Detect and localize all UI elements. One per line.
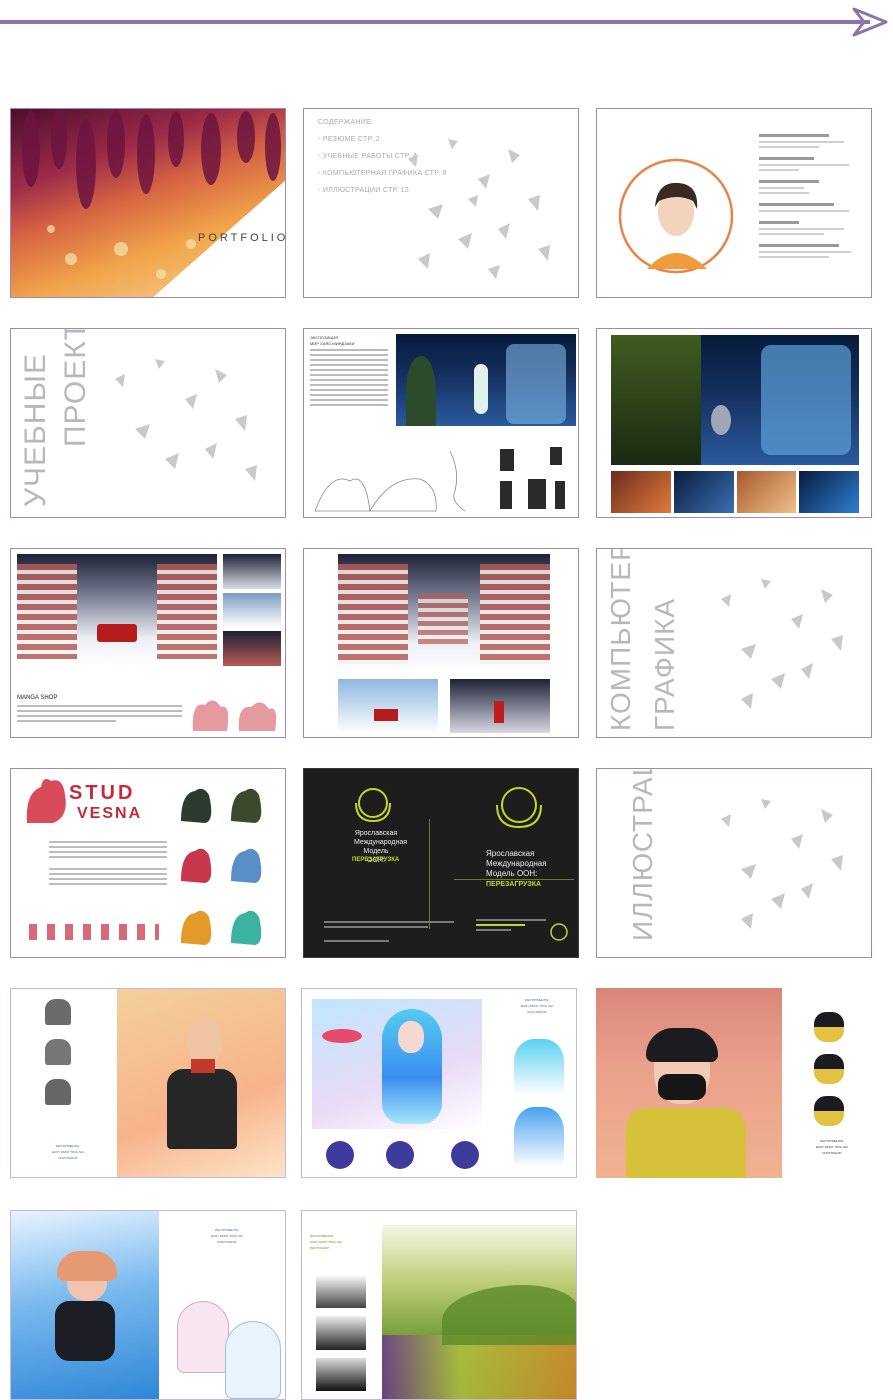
page-thumb-un-model[interactable]: Ярославская Международная Модель ООН: ПЕРЕ… — [303, 768, 579, 958]
manga-shop-furniture-sketches — [192, 700, 277, 731]
illustration-sketch — [225, 1321, 281, 1399]
un-divider — [429, 819, 430, 929]
tools-label: ИНСТРУМЕНТЫ: EASY PAINT TOOL SAI PHOTOSHOP — [521, 998, 553, 1014]
exposition-subtitle: МИР ХАЯО МИЯДЗАКИ — [310, 341, 355, 346]
cover-title: PORTFOLIO — [198, 232, 286, 244]
exposition-body-text — [310, 349, 388, 409]
manga-shop-title: MANGA SHOP — [17, 695, 58, 701]
illustration-sketch — [514, 1107, 564, 1167]
stud-vesna-line1: STUD — [69, 782, 136, 804]
stud-vesna-ornament — [29, 924, 159, 940]
tools-label: ИНСТРУМЕНТЫ: EASY PAINT TOOL SAI PHOTOSHOP — [211, 1228, 243, 1244]
un-right-title: Ярославская Международная Модель ООН: — [486, 849, 547, 878]
stud-vesna-bear-logo — [26, 779, 66, 823]
page-thumb-ill-section[interactable]: ИЛЛЮСТРАЦИИ — [596, 768, 872, 958]
library-thumb-left — [338, 679, 438, 733]
exposition-sketches — [314, 447, 565, 512]
page-thumb-illustration-3[interactable]: ИНСТРУМЕНТЫ: EASY PAINT TOOL SAI PHOTOSHOP — [596, 988, 872, 1178]
shattered-glass-decoration — [408, 139, 550, 279]
illustration-main — [11, 1211, 159, 1399]
manga-shop-thumbnails — [223, 554, 281, 667]
page-thumb-cg-section[interactable]: КОМПЬЮТЕРНАЯ ГРАФИКА — [596, 548, 872, 738]
page-thumb-resume[interactable] — [596, 108, 872, 298]
shattered-glass-decoration — [721, 799, 843, 929]
illustration-main — [382, 1225, 576, 1399]
page-thumb-illustration-4[interactable]: ИНСТРУМЕНТЫ: EASY PAINT TOOL SAI PHOTOSHOP — [10, 1210, 286, 1400]
page-thumb-contents[interactable]: СОДЕРЖАНИЕ: - РЕЗЮМЕ СТР. 2 - УЧЕБНЫЕ РА… — [303, 108, 579, 298]
page-thumb-stud-vesna[interactable]: STUD VESNA — [10, 768, 286, 958]
section-title-word: ПРОЕКТЫ — [59, 328, 92, 447]
un-right-accent: ПЕРЕЗАГРУЗКА — [486, 881, 542, 888]
un-footer-text — [476, 919, 546, 931]
library-render — [338, 554, 550, 672]
sketch-column — [316, 1275, 366, 1391]
un-emblem-icon — [496, 787, 542, 829]
section-title-word: ГРАФИКА — [649, 597, 680, 731]
section-title-word: КОМПЬЮТЕРНАЯ — [605, 548, 636, 731]
tools-label: ИНСТРУМЕНТЫ: EASY PAINT TOOL SAI PHOTOSHOP — [816, 1139, 848, 1155]
tools-label: ИНСТРУМЕНТЫ: EASY PAINT TOOL SAI PHOTOSHOP — [310, 1234, 342, 1250]
page-thumb-edu-section[interactable]: УЧЕБНЫЕ ПРОЕКТЫ — [10, 328, 286, 518]
shattered-glass-decoration — [721, 579, 843, 709]
sketch-column — [814, 1012, 844, 1132]
un-left-accent: ПЕРЕЗАГРУЗКА — [352, 857, 400, 863]
section-title-word: ИЛЛЮСТРАЦИИ — [627, 768, 658, 941]
cover-wisteria-art — [22, 109, 285, 297]
un-emblem-icon — [355, 788, 391, 823]
illustration-sketch — [514, 1039, 564, 1095]
page-thumb-exposition[interactable]: ЭКСПОЗИЦИЯ МИР ХАЯО МИЯДЗАКИ — [303, 328, 579, 518]
exposition-title: ЭКСПОЗИЦИЯ — [310, 335, 339, 340]
stud-vesna-text — [49, 841, 167, 885]
resume-text-block — [759, 134, 859, 258]
page-thumb-illustration-5[interactable]: ИНСТРУМЕНТЫ: EASY PAINT TOOL SAI PHOTOSHOP — [301, 1210, 577, 1400]
arrow-right-icon[interactable] — [850, 6, 890, 38]
manga-shop-render — [17, 554, 217, 666]
illustration-sketch — [177, 1301, 229, 1373]
manga-shop-text — [17, 705, 182, 722]
un-divider — [454, 879, 574, 880]
illustration-main — [596, 988, 782, 1178]
shattered-glass-decoration — [115, 359, 257, 481]
page-thumb-manga-shop[interactable]: MANGA SHOP — [10, 548, 286, 738]
sketch-column — [45, 999, 71, 1109]
illustration-sketch-row — [326, 1141, 479, 1169]
exposition-render — [396, 334, 576, 426]
header-divider-line — [0, 20, 870, 24]
page-thumb-illustration-2[interactable]: ИНСТРУМЕНТЫ: EASY PAINT TOOL SAI PHOTOSHOP — [301, 988, 577, 1178]
avatar — [618, 158, 734, 274]
tools-label: ИНСТРУМЕНТЫ: EASY PAINT TOOL SAI PHOTOSHOP — [52, 1144, 84, 1160]
page-thumb-night-scene[interactable] — [596, 328, 872, 518]
section-title-word: УЧЕБНЫЕ — [19, 353, 52, 507]
stud-vesna-bears — [181, 788, 262, 945]
page-thumb-cover[interactable]: PORTFOLIO — [10, 108, 286, 298]
night-scene-render — [611, 335, 859, 465]
stud-vesna-line2: VESNA — [77, 805, 143, 822]
page-thumb-illustration-1[interactable]: ИНСТРУМЕНТЫ: EASY PAINT TOOL SAI PHOTOSHOP — [10, 988, 286, 1178]
illustration-main — [117, 989, 285, 1177]
library-thumb-right — [450, 679, 550, 733]
un-emblem-icon — [550, 923, 568, 941]
night-scene-thumbnails — [611, 471, 859, 513]
un-caption-text — [324, 921, 454, 942]
illustration-main — [312, 999, 482, 1129]
page-thumb-library[interactable] — [303, 548, 579, 738]
